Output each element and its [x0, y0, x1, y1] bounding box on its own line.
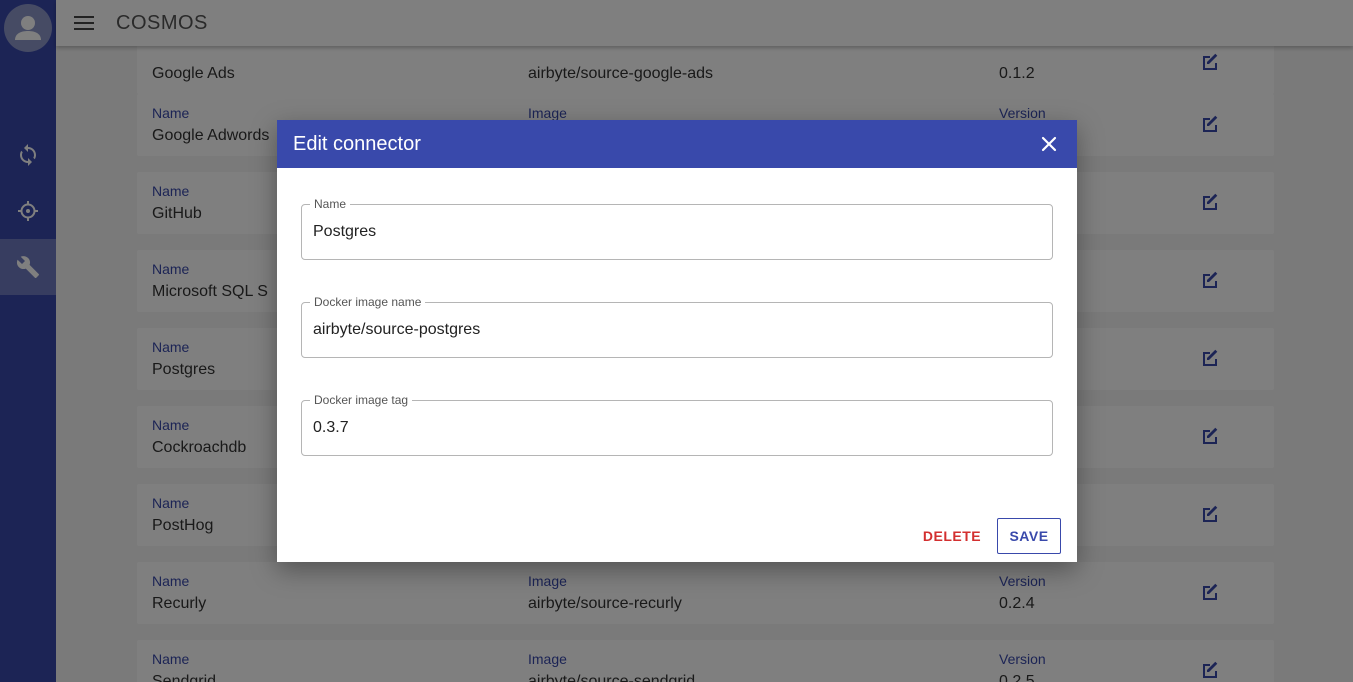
docker-image-tag-field: Docker image tag [301, 393, 1053, 456]
close-button[interactable] [1037, 132, 1061, 156]
name-input[interactable] [313, 205, 1033, 259]
close-icon [1041, 136, 1057, 152]
delete-button[interactable]: DELETE [918, 518, 986, 554]
name-field: Name [301, 197, 1053, 260]
docker-image-name-input[interactable] [313, 303, 1033, 357]
docker-image-name-field: Docker image name [301, 295, 1053, 358]
edit-connector-dialog: Edit connector Name Docker image name Do… [277, 120, 1077, 562]
docker-image-tag-input[interactable] [313, 401, 1033, 455]
dialog-title: Edit connector [293, 132, 421, 155]
dialog-header: Edit connector [277, 120, 1077, 168]
save-button[interactable]: SAVE [997, 518, 1061, 554]
